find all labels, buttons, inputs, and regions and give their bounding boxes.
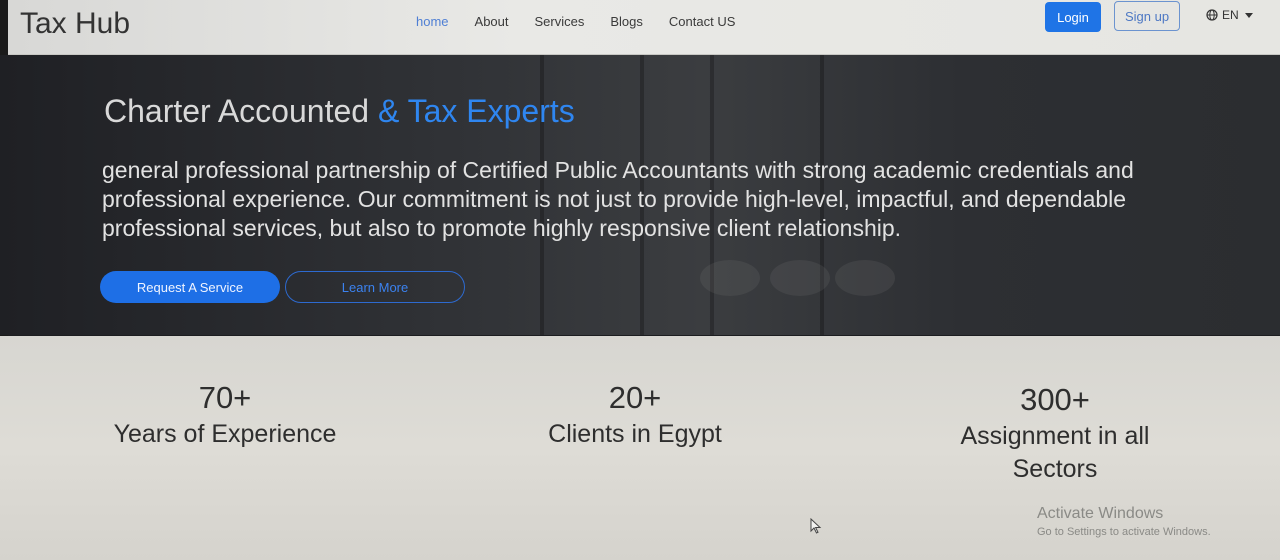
language-label: EN [1222, 8, 1239, 22]
chevron-down-icon [1244, 12, 1253, 18]
hero-title-accent: & Tax Experts [377, 93, 575, 129]
background-blur [835, 260, 895, 296]
nav-link-contact[interactable]: Contact US [669, 14, 735, 29]
learn-more-button[interactable]: Learn More [285, 271, 465, 303]
language-selector[interactable]: EN [1206, 8, 1253, 22]
stat-number: 70+ [198, 380, 252, 415]
stat-label: Years of Experience [113, 420, 337, 448]
mouse-cursor-icon [810, 517, 822, 539]
watermark-subtitle: Go to Settings to activate Windows. [1037, 526, 1211, 538]
hero-title-main: Charter Accounted [104, 93, 378, 129]
brand-logo[interactable]: Tax Hub [20, 7, 130, 41]
hero-title: Charter Accounted & Tax Experts [104, 93, 575, 130]
nav-link-blogs[interactable]: Blogs [610, 14, 643, 29]
signup-button[interactable]: Sign up [1114, 1, 1180, 31]
request-service-button[interactable]: Request A Service [100, 271, 280, 303]
nav-links: home About Services Blogs Contact US [416, 14, 735, 29]
top-navbar: Tax Hub home About Services Blogs Contac… [8, 0, 1280, 55]
nav-link-about[interactable]: About [475, 14, 509, 29]
stat-assignments: 300+ Assignment in all Sectors [930, 380, 1180, 486]
stat-number: 300+ [1020, 382, 1090, 417]
login-button[interactable]: Login [1045, 2, 1101, 32]
background-blur [700, 260, 760, 296]
stat-label: Assignment in all Sectors [960, 422, 1150, 483]
nav-link-services[interactable]: Services [535, 14, 585, 29]
hero-description: general professional partnership of Cert… [102, 157, 1134, 241]
stat-experience: 70+ Years of Experience [100, 378, 350, 451]
windows-activation-watermark: Activate Windows Go to Settings to activ… [1037, 504, 1211, 540]
stat-clients: 20+ Clients in Egypt [510, 378, 760, 451]
stat-label: Clients in Egypt [548, 420, 722, 448]
stat-number: 20+ [608, 380, 662, 415]
browser-screen: Tax Hub home About Services Blogs Contac… [0, 0, 1280, 560]
hero-section: Charter Accounted & Tax Experts general … [0, 55, 1280, 335]
watermark-title: Activate Windows [1037, 505, 1164, 522]
globe-icon [1206, 9, 1218, 21]
nav-link-home[interactable]: home [416, 14, 449, 29]
background-blur [770, 260, 830, 296]
